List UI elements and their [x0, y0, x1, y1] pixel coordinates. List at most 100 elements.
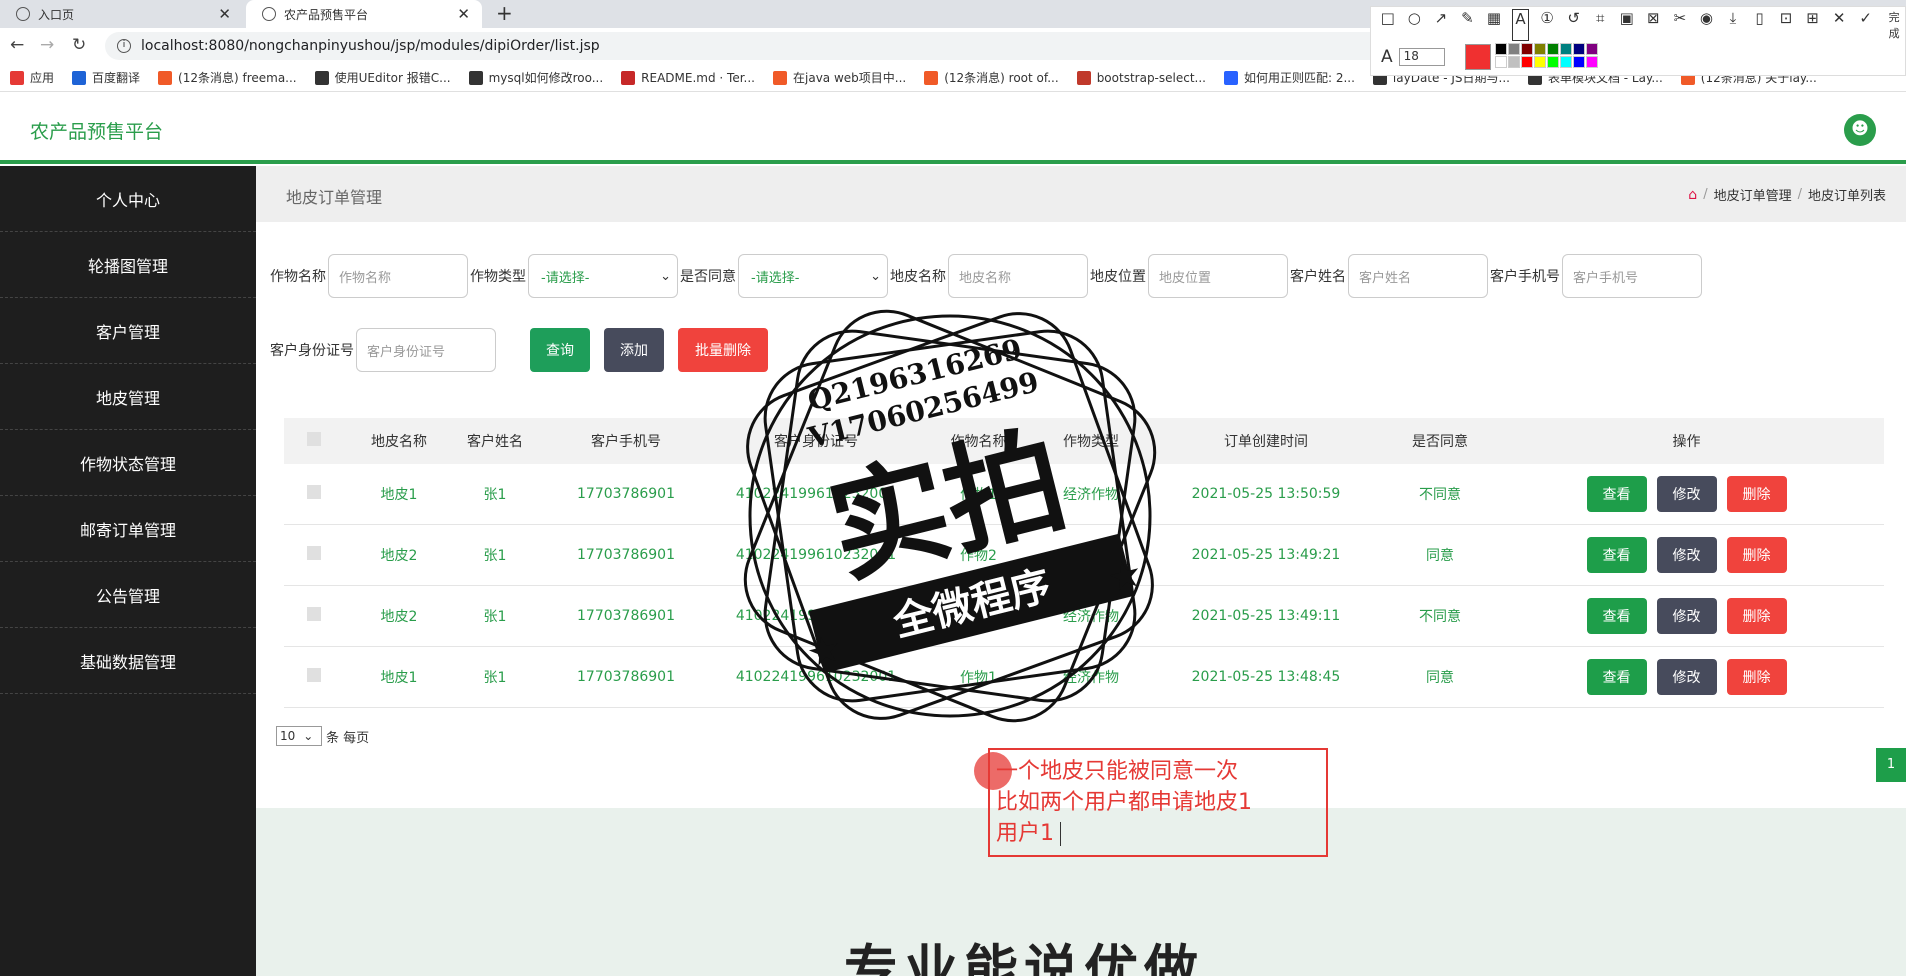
finish-label[interactable]: 完成: [1883, 9, 1904, 41]
pen-icon[interactable]: ✎: [1459, 9, 1477, 41]
rectangle-icon[interactable]: □: [1379, 9, 1397, 41]
palette-color-swatch[interactable]: [1547, 56, 1559, 68]
palette-color-swatch[interactable]: [1521, 43, 1533, 55]
bookmark-item[interactable]: mysql如何修改roo...: [468, 69, 603, 86]
row-checkbox[interactable]: [307, 485, 321, 499]
font-size-select[interactable]: 18: [1398, 48, 1445, 66]
palette-color-swatch[interactable]: [1586, 43, 1598, 55]
bookmark-item[interactable]: (12条消息) root of...: [924, 69, 1059, 86]
palette-color-swatch[interactable]: [1547, 43, 1559, 55]
edit-button[interactable]: 修改: [1656, 537, 1717, 573]
tab-entry-page[interactable]: 入口页 ✕: [0, 0, 243, 28]
add-button[interactable]: 添加: [604, 328, 664, 372]
sidebar-item-carousel[interactable]: 轮播图管理: [0, 232, 256, 298]
mosaic-icon[interactable]: ▦: [1485, 9, 1503, 41]
current-color-swatch[interactable]: [1465, 44, 1491, 70]
ocr-icon[interactable]: ▣: [1618, 9, 1636, 41]
breadcrumb-item[interactable]: 地皮订单管理: [1714, 185, 1792, 204]
palette-color-swatch[interactable]: [1495, 43, 1507, 55]
sidebar-item-mail-orders[interactable]: 邮寄订单管理: [0, 496, 256, 562]
translate-icon[interactable]: ✂: [1671, 9, 1689, 41]
row-checkbox[interactable]: [307, 668, 321, 682]
save-icon[interactable]: ⊡: [1777, 9, 1795, 41]
bookmark-item[interactable]: 应用: [10, 69, 54, 86]
delete-button[interactable]: 删除: [1726, 476, 1787, 512]
pin-icon[interactable]: ⊠: [1645, 9, 1663, 41]
sidebar-item-land[interactable]: 地皮管理: [0, 364, 256, 430]
tab-platform[interactable]: 农产品预售平台 ✕: [246, 0, 482, 28]
number-icon[interactable]: ①: [1538, 9, 1556, 41]
palette-color-swatch[interactable]: [1534, 56, 1546, 68]
sidebar-item-crop-status[interactable]: 作物状态管理: [0, 430, 256, 496]
view-button[interactable]: 查看: [1586, 476, 1647, 512]
home-icon[interactable]: ⌂: [1688, 187, 1697, 203]
phone-icon[interactable]: ▯: [1751, 9, 1769, 41]
back-icon[interactable]: ←: [10, 35, 24, 55]
url-field[interactable]: i localhost:8080/nongchanpinyushou/jsp/m…: [105, 32, 1385, 60]
text-tool-icon[interactable]: A: [1511, 9, 1530, 41]
sidebar-item-base-data[interactable]: 基础数据管理: [0, 628, 256, 694]
url-text: localhost:8080/nongchanpinyushou/jsp/mod…: [141, 38, 600, 54]
edit-button[interactable]: 修改: [1656, 659, 1717, 695]
bookmark-item[interactable]: 百度翻译: [72, 69, 140, 86]
bookmark-item[interactable]: bootstrap-select...: [1076, 70, 1206, 85]
row-checkbox[interactable]: [307, 607, 321, 621]
customer-id-input[interactable]: 客户身份证号: [356, 328, 496, 372]
select-all-checkbox[interactable]: [307, 432, 321, 446]
user-avatar-icon[interactable]: ☻: [1844, 114, 1876, 146]
app-logo[interactable]: 农产品预售平台: [30, 117, 163, 144]
bookmark-item[interactable]: README.md · Ter...: [621, 70, 755, 85]
filter-row: 客户身份证号 客户身份证号 查询 添加 批量删除: [270, 328, 768, 372]
share-icon[interactable]: ⊞: [1804, 9, 1822, 41]
close-tab-icon[interactable]: ✕: [457, 5, 470, 23]
delete-button[interactable]: 删除: [1726, 598, 1787, 634]
sidebar-item-notices[interactable]: 公告管理: [0, 562, 256, 628]
view-button[interactable]: 查看: [1586, 659, 1647, 695]
edit-button[interactable]: 修改: [1656, 476, 1717, 512]
palette-color-swatch[interactable]: [1586, 56, 1598, 68]
bookmark-item[interactable]: 使用UEditor 报错C...: [314, 69, 451, 86]
bookmark-item[interactable]: 在java web项目中...: [773, 69, 906, 86]
bookmark-item[interactable]: (12条消息) freema...: [158, 69, 297, 86]
annotation-box[interactable]: 一个地皮只能被同意一次 比如两个用户都申请地皮1 用户1: [974, 748, 1328, 857]
finish-icon[interactable]: ✓: [1857, 9, 1875, 41]
sidebar-item-customers[interactable]: 客户管理: [0, 298, 256, 364]
new-tab-icon[interactable]: +: [496, 1, 513, 25]
view-button[interactable]: 查看: [1586, 598, 1647, 634]
arrow-icon[interactable]: ↗: [1432, 9, 1450, 41]
page-size-select[interactable]: 10 ⌄: [276, 726, 322, 746]
sidebar-item-profile[interactable]: 个人中心: [0, 166, 256, 232]
palette-color-swatch[interactable]: [1508, 43, 1520, 55]
crop-type-select[interactable]: -请选择- ⌄: [528, 254, 678, 298]
page-number-button[interactable]: 1: [1876, 748, 1906, 782]
close-tab-icon[interactable]: ✕: [218, 5, 231, 23]
download-icon[interactable]: ⤓: [1724, 9, 1742, 41]
palette-color-swatch[interactable]: [1560, 43, 1572, 55]
palette-color-swatch[interactable]: [1495, 56, 1507, 68]
view-button[interactable]: 查看: [1586, 537, 1647, 573]
palette-color-swatch[interactable]: [1560, 56, 1572, 68]
palette-color-swatch[interactable]: [1521, 56, 1533, 68]
info-icon[interactable]: i: [117, 39, 131, 53]
edit-button[interactable]: 修改: [1656, 598, 1717, 634]
bookmark-item[interactable]: 如何用正则匹配: 2...: [1223, 69, 1355, 86]
reload-icon[interactable]: ↻: [72, 35, 86, 55]
customer-phone-input[interactable]: 客户手机号: [1562, 254, 1702, 298]
palette-color-swatch[interactable]: [1508, 56, 1520, 68]
forward-icon[interactable]: →: [40, 35, 54, 55]
undo-icon[interactable]: ↺: [1565, 9, 1583, 41]
customer-name-input[interactable]: 客户姓名: [1348, 254, 1488, 298]
delete-button[interactable]: 删除: [1726, 659, 1787, 695]
row-checkbox[interactable]: [307, 546, 321, 560]
record-icon[interactable]: ◉: [1698, 9, 1716, 41]
palette-color-swatch[interactable]: [1534, 43, 1546, 55]
palette-color-swatch[interactable]: [1573, 56, 1585, 68]
crop-icon[interactable]: ⌗: [1591, 9, 1609, 41]
crop-name-input[interactable]: 作物名称: [328, 254, 468, 298]
circle-icon[interactable]: ○: [1406, 9, 1424, 41]
tab-label: 入口页: [38, 7, 75, 22]
palette-color-swatch[interactable]: [1573, 43, 1585, 55]
cancel-icon[interactable]: ✕: [1830, 9, 1848, 41]
search-button[interactable]: 查询: [530, 328, 590, 372]
delete-button[interactable]: 删除: [1726, 537, 1787, 573]
